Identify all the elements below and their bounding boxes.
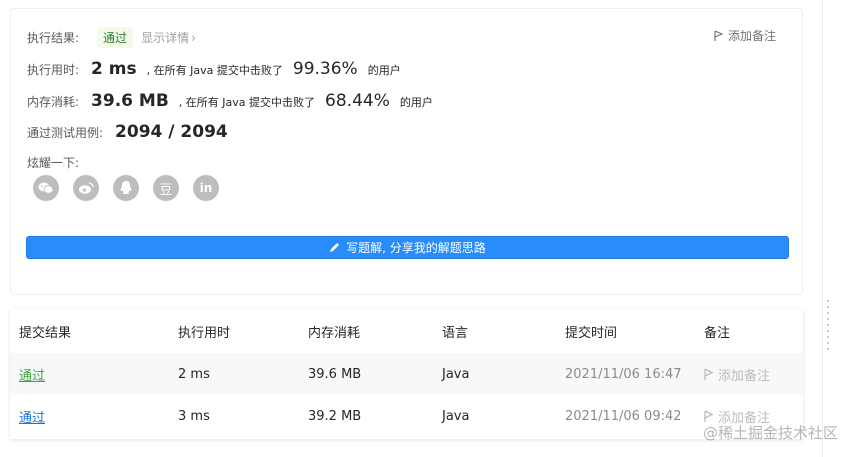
status-badge: 通过 — [97, 27, 134, 48]
linkedin-icon[interactable]: in — [193, 175, 219, 201]
table-row: 通过 2 ms 39.6 MB Java 2021/11/06 16:47 添加… — [10, 353, 803, 395]
row-runtime: 3 ms — [178, 408, 210, 424]
result-label: 执行结果: — [27, 31, 80, 45]
runtime-value: 2 ms — [91, 59, 137, 79]
pencil-icon — [330, 243, 340, 252]
table-header: 提交结果 执行用时 内存消耗 语言 提交时间 备注 — [10, 309, 803, 353]
add-note-label: 添加备注 — [727, 29, 776, 43]
row-memory: 39.6 MB — [308, 366, 362, 382]
write-solution-button[interactable]: 写题解, 分享我的解题思路 — [26, 236, 789, 259]
social-share-bar: 豆 in — [33, 175, 219, 201]
flag-icon — [714, 29, 724, 41]
row-runtime: 2 ms — [178, 366, 210, 382]
memory-suffix: 的用户 — [399, 96, 433, 109]
runtime-label: 执行用时: — [27, 63, 80, 77]
row-memory: 39.2 MB — [308, 408, 362, 424]
add-note-button[interactable]: 添加备注 — [714, 27, 776, 44]
show-details-label: 显示详情 — [141, 31, 190, 45]
tests-row: 通过测试用例: 2094 / 2094 — [27, 122, 238, 142]
share-label: 炫耀一下: — [27, 156, 80, 170]
watermark: @稀土掘金技术社区 — [702, 424, 838, 442]
weibo-icon[interactable] — [73, 175, 99, 201]
memory-row: 内存消耗: 39.6 MB , 在所有 Java 提交中击败了 68.44% 的… — [27, 91, 433, 111]
right-rail — [822, 0, 823, 457]
drag-handle[interactable] — [827, 300, 831, 350]
douban-icon[interactable]: 豆 — [153, 175, 179, 201]
row-language: Java — [442, 366, 470, 382]
table-row: 通过 3 ms 39.2 MB Java 2021/11/06 09:42 添加… — [10, 395, 803, 437]
runtime-percent: 99.36% — [292, 59, 358, 79]
row-time: 2021/11/06 16:47 — [565, 366, 682, 382]
runtime-row: 执行用时: 2 ms , 在所有 Java 提交中击败了 99.36% 的用户 — [27, 59, 401, 79]
header-status: 提交结果 — [19, 325, 72, 341]
result-card: 执行结果: 通过 显示详情 › 添加备注 执行用时: 2 ms , 在所有 Jav… — [10, 8, 803, 295]
header-note: 备注 — [704, 325, 731, 341]
memory-mid-text: , 在所有 Java 提交中击败了 — [178, 96, 316, 109]
flag-icon — [704, 409, 714, 422]
memory-value: 39.6 MB — [91, 91, 169, 111]
row-status-link[interactable]: 通过 — [19, 365, 45, 384]
header-memory: 内存消耗 — [308, 325, 361, 341]
header-runtime: 执行用时 — [178, 325, 231, 341]
row-status-link[interactable]: 通过 — [19, 407, 45, 426]
runtime-mid-text: , 在所有 Java 提交中击败了 — [146, 64, 283, 77]
tests-label: 通过测试用例: — [27, 126, 104, 140]
row-time: 2021/11/06 09:42 — [565, 408, 682, 424]
submissions-table: 提交结果 执行用时 内存消耗 语言 提交时间 备注 通过 2 ms 39.6 M… — [10, 309, 803, 439]
tests-value: 2094 / 2094 — [115, 122, 228, 142]
qq-icon[interactable] — [113, 175, 139, 201]
header-language: 语言 — [442, 325, 469, 341]
row-add-note-button[interactable]: 添加备注 — [704, 365, 770, 384]
chevron-right-icon: › — [191, 31, 196, 45]
memory-percent: 68.44% — [325, 91, 390, 111]
memory-label: 内存消耗: — [27, 95, 80, 109]
result-row: 执行结果: 通过 显示详情 › — [27, 27, 196, 48]
row-language: Java — [442, 408, 470, 424]
row-add-note-label: 添加备注 — [718, 368, 771, 384]
header-time: 提交时间 — [565, 325, 618, 341]
show-details-link[interactable]: 显示详情 › — [141, 29, 196, 46]
write-solution-label: 写题解, 分享我的解题思路 — [346, 241, 486, 255]
wechat-icon[interactable] — [33, 175, 59, 201]
runtime-suffix: 的用户 — [367, 64, 401, 77]
flag-icon — [704, 367, 714, 380]
